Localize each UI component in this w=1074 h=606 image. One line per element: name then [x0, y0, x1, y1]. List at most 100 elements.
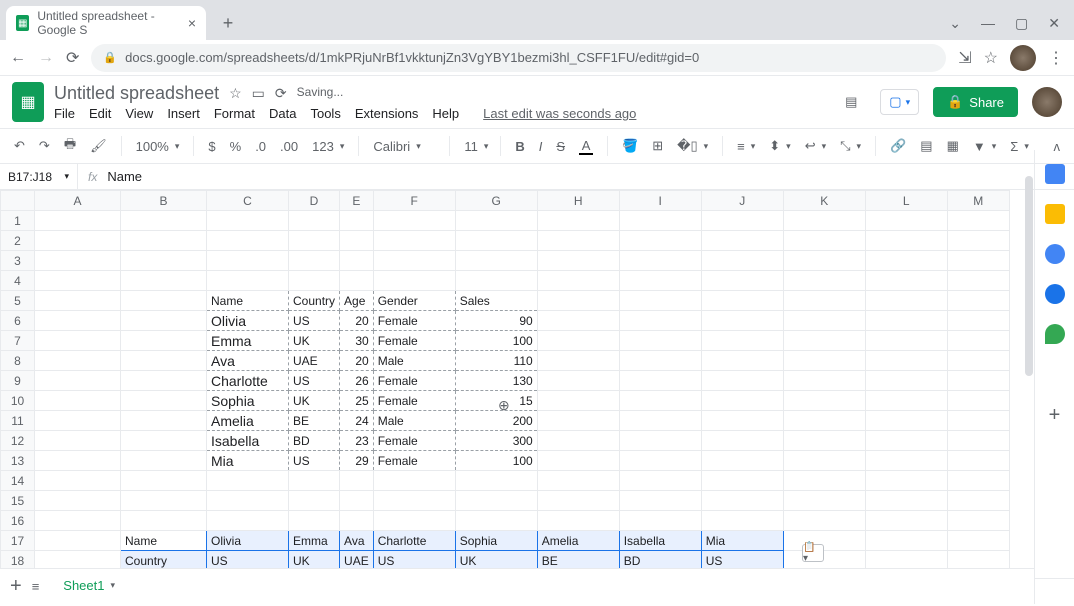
cell[interactable]: 20 — [340, 311, 374, 331]
cell[interactable] — [121, 431, 207, 451]
cell[interactable]: Sophia — [207, 391, 289, 411]
cell[interactable] — [373, 251, 455, 271]
cell[interactable] — [455, 271, 537, 291]
cell[interactable] — [865, 551, 947, 569]
cell[interactable] — [340, 511, 374, 531]
cell[interactable] — [207, 231, 289, 251]
cell[interactable] — [619, 411, 701, 431]
link-button[interactable]: 🔗 — [886, 136, 910, 156]
cell[interactable] — [701, 331, 783, 351]
cell[interactable] — [947, 511, 1009, 531]
v-align-button[interactable]: ⬍ — [765, 136, 794, 156]
cell[interactable]: Ava — [340, 531, 374, 551]
cell[interactable] — [783, 531, 865, 551]
cell[interactable] — [865, 431, 947, 451]
cell[interactable] — [373, 511, 455, 531]
browser-tab[interactable]: ▦ Untitled spreadsheet - Google S × — [6, 6, 206, 40]
cell[interactable]: 300 — [455, 431, 537, 451]
menu-extensions[interactable]: Extensions — [355, 106, 419, 121]
cell[interactable] — [121, 491, 207, 511]
cell[interactable] — [455, 211, 537, 231]
cell[interactable] — [865, 391, 947, 411]
row-header[interactable]: 16 — [1, 511, 35, 531]
row-header[interactable]: 8 — [1, 351, 35, 371]
cell[interactable] — [35, 471, 121, 491]
col-header[interactable]: H — [537, 191, 619, 211]
star-doc-icon[interactable]: ☆ — [229, 85, 242, 102]
paste-options-button[interactable]: 📋 ▾ — [802, 544, 824, 562]
cell[interactable] — [289, 471, 340, 491]
reload-icon[interactable]: ⟳ — [66, 48, 79, 68]
col-header[interactable]: A — [35, 191, 121, 211]
cell[interactable]: 23 — [340, 431, 374, 451]
bold-button[interactable]: B — [511, 137, 528, 156]
cell[interactable]: 15 — [455, 391, 537, 411]
redo-icon[interactable]: ↷ — [35, 136, 54, 156]
comment-button[interactable]: ▤ — [916, 136, 936, 156]
menu-view[interactable]: View — [125, 106, 153, 121]
cell[interactable] — [35, 251, 121, 271]
cell[interactable] — [783, 251, 865, 271]
cell[interactable] — [701, 351, 783, 371]
cell[interactable] — [35, 311, 121, 331]
cell[interactable]: UK — [289, 331, 340, 351]
cell[interactable] — [783, 331, 865, 351]
cell[interactable] — [121, 351, 207, 371]
wrap-button[interactable]: ↩ — [801, 136, 830, 156]
cell[interactable] — [537, 391, 619, 411]
cell[interactable] — [121, 291, 207, 311]
cell[interactable] — [947, 551, 1009, 569]
functions-button[interactable]: Σ — [1006, 137, 1033, 156]
cell[interactable] — [701, 431, 783, 451]
cell[interactable] — [947, 351, 1009, 371]
cell[interactable] — [537, 291, 619, 311]
url-input[interactable]: 🔒 docs.google.com/spreadsheets/d/1mkPRju… — [91, 44, 946, 72]
cell[interactable]: US — [207, 551, 289, 569]
cell[interactable] — [340, 211, 374, 231]
cell[interactable]: Male — [373, 411, 455, 431]
cell[interactable] — [35, 391, 121, 411]
cell[interactable] — [619, 371, 701, 391]
cell[interactable] — [537, 451, 619, 471]
cell[interactable] — [35, 291, 121, 311]
cell[interactable] — [783, 351, 865, 371]
cell[interactable] — [207, 471, 289, 491]
cell[interactable] — [207, 491, 289, 511]
cell[interactable] — [865, 511, 947, 531]
cell[interactable]: UK — [455, 551, 537, 569]
filter-button[interactable]: ▼ — [969, 137, 1000, 156]
cell[interactable] — [35, 431, 121, 451]
minimize-icon[interactable]: — — [981, 15, 995, 32]
cell[interactable] — [865, 471, 947, 491]
cell[interactable] — [35, 271, 121, 291]
cell[interactable] — [289, 211, 340, 231]
percent-button[interactable]: % — [226, 137, 246, 156]
tasks-icon[interactable] — [1045, 244, 1065, 264]
cell[interactable] — [35, 491, 121, 511]
formula-input[interactable]: Name — [107, 169, 142, 184]
cell[interactable]: Female — [373, 451, 455, 471]
zoom-select[interactable]: 100% — [132, 137, 184, 156]
cell[interactable]: Sophia — [455, 531, 537, 551]
cell[interactable] — [207, 271, 289, 291]
profile-avatar[interactable] — [1010, 45, 1036, 71]
cell[interactable] — [121, 471, 207, 491]
keep-icon[interactable] — [1045, 204, 1065, 224]
cell[interactable]: Female — [373, 331, 455, 351]
row-header[interactable]: 11 — [1, 411, 35, 431]
cell[interactable] — [783, 211, 865, 231]
move-icon[interactable]: ▭ — [252, 85, 265, 102]
font-size-select[interactable]: 11 — [460, 137, 490, 156]
cell[interactable] — [537, 271, 619, 291]
menu-edit[interactable]: Edit — [89, 106, 111, 121]
cell[interactable] — [783, 471, 865, 491]
cell[interactable] — [455, 511, 537, 531]
col-header[interactable]: D — [289, 191, 340, 211]
row-header[interactable]: 2 — [1, 231, 35, 251]
cell[interactable] — [865, 271, 947, 291]
cell[interactable]: BD — [289, 431, 340, 451]
cell[interactable] — [340, 231, 374, 251]
cell[interactable] — [701, 271, 783, 291]
cell[interactable] — [121, 451, 207, 471]
cell[interactable] — [121, 271, 207, 291]
